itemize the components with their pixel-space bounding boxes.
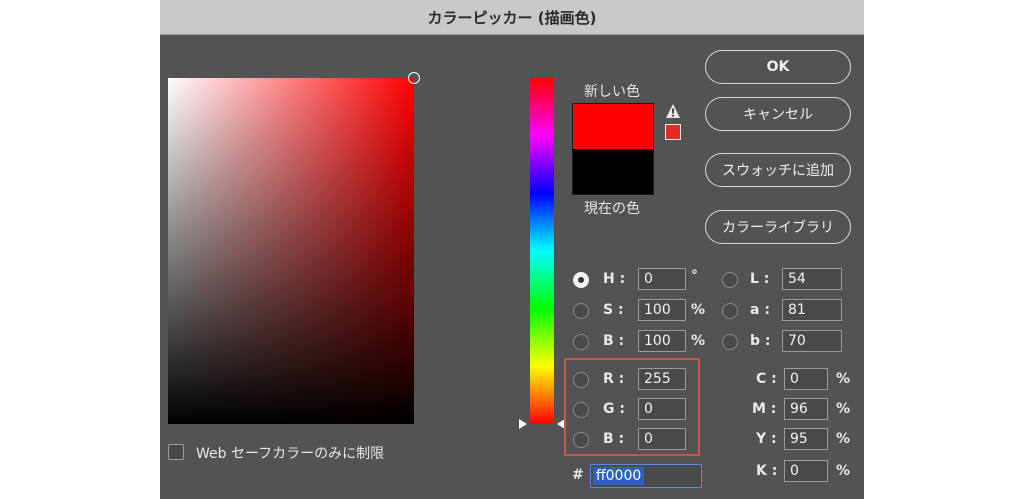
hue-slider[interactable]: [530, 78, 554, 424]
cancel-button[interactable]: キャンセル: [705, 97, 851, 131]
current-color-swatch[interactable]: [573, 149, 653, 194]
input-k[interactable]: 0: [784, 460, 828, 482]
hex-value-selected: ff0000: [593, 467, 645, 485]
input-a[interactable]: 81: [782, 299, 842, 321]
hue-slider-left-handle[interactable]: [519, 419, 527, 429]
radio-a[interactable]: [722, 303, 738, 319]
unit-c: %: [836, 371, 851, 387]
radio-h[interactable]: [573, 272, 589, 288]
radio-s[interactable]: [573, 303, 589, 319]
color-preview: [572, 103, 654, 195]
color-field[interactable]: [168, 72, 420, 424]
input-y[interactable]: 95: [784, 428, 828, 450]
radio-r[interactable]: [573, 372, 589, 388]
hex-label: #: [572, 467, 584, 483]
label-rgb-b: B :: [603, 431, 625, 447]
input-b[interactable]: 100: [638, 330, 686, 352]
radio-b[interactable]: [573, 334, 589, 350]
unit-k: %: [836, 463, 851, 479]
label-c: C :: [756, 371, 777, 387]
label-lab-b: b :: [750, 333, 771, 349]
input-r[interactable]: 255: [638, 368, 686, 390]
hex-input[interactable]: ff0000: [590, 464, 702, 488]
unit-h: °: [691, 268, 698, 284]
input-c[interactable]: 0: [784, 368, 828, 390]
input-l[interactable]: 54: [782, 268, 842, 290]
add-to-swatches-button[interactable]: スウォッチに追加: [705, 153, 851, 187]
radio-rgb-b[interactable]: [573, 432, 589, 448]
label-s: S :: [603, 302, 624, 318]
unit-y: %: [836, 431, 851, 447]
input-lab-b[interactable]: 70: [782, 330, 842, 352]
label-b: B :: [603, 333, 625, 349]
input-g[interactable]: 0: [638, 398, 686, 420]
input-rgb-b[interactable]: 0: [638, 428, 686, 450]
new-color-swatch: [573, 104, 653, 149]
label-a: a :: [750, 302, 770, 318]
ok-button[interactable]: OK: [705, 50, 851, 84]
radio-lab-b[interactable]: [722, 334, 738, 350]
label-y: Y :: [756, 431, 777, 447]
web-safe-checkbox[interactable]: [168, 444, 184, 460]
input-s[interactable]: 100: [638, 299, 686, 321]
label-k: K :: [756, 463, 778, 479]
web-safe-label[interactable]: Web セーフカラーのみに制限: [196, 443, 384, 463]
current-color-label: 現在の色: [584, 201, 640, 217]
input-m[interactable]: 96: [784, 398, 828, 420]
label-r: R :: [603, 371, 625, 387]
color-field-cursor[interactable]: [408, 72, 420, 84]
color-libraries-button[interactable]: カラーライブラリ: [705, 210, 851, 244]
new-color-label: 新しい色: [584, 84, 640, 100]
unit-b: %: [691, 333, 706, 349]
unit-m: %: [836, 401, 851, 417]
label-l: L :: [750, 271, 770, 287]
color-picker-dialog: カラーピッカー (描画色) 新しい色 現在の色 OK キャンセル スウォッチに追…: [160, 0, 864, 499]
window-title: カラーピッカー (描画色): [160, 0, 864, 35]
gamut-color-swatch[interactable]: [665, 124, 681, 140]
radio-l[interactable]: [722, 272, 738, 288]
label-h: H :: [603, 271, 626, 287]
label-m: M :: [752, 401, 777, 417]
unit-s: %: [691, 302, 706, 318]
radio-g[interactable]: [573, 402, 589, 418]
input-h[interactable]: 0: [638, 268, 686, 290]
label-g: G :: [603, 401, 625, 417]
out-of-gamut-warning-icon[interactable]: [665, 103, 681, 119]
